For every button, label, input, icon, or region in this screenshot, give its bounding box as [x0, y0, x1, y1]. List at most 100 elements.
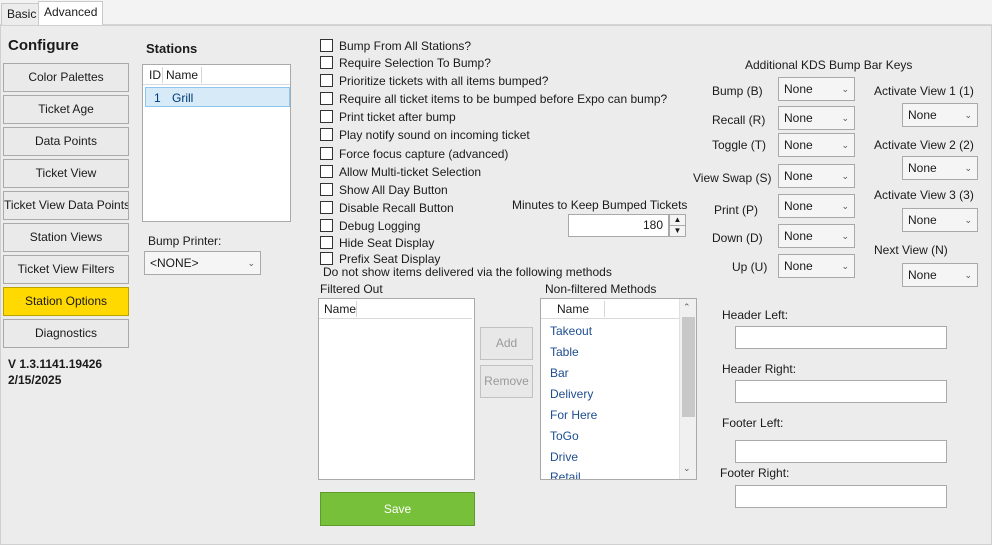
checkbox-prioritize-tickets[interactable]: Prioritize tickets with all items bumped…: [320, 72, 548, 89]
column-id[interactable]: ID: [149, 68, 161, 82]
activate-view-2-select[interactable]: None ⌄: [902, 156, 978, 180]
bump-key-label: Down (D): [712, 231, 763, 245]
activate-view-3-select[interactable]: None ⌄: [902, 208, 978, 232]
checkbox-box[interactable]: [320, 92, 333, 105]
tab-advanced[interactable]: Advanced: [38, 1, 104, 25]
bump-key-label: Print (P): [714, 203, 759, 217]
nav-station-options[interactable]: Station Options: [3, 287, 129, 316]
next-view-select[interactable]: None ⌄: [902, 263, 978, 287]
checkbox-print-after-bump[interactable]: Print ticket after bump: [320, 108, 456, 125]
spin-down-icon[interactable]: ▼: [669, 225, 686, 237]
method-item[interactable]: Retail: [550, 470, 581, 479]
minutes-input[interactable]: 180: [568, 214, 669, 237]
checkbox-label: Play notify sound on incoming ticket: [339, 127, 530, 142]
column-name[interactable]: Name: [557, 302, 589, 316]
checkbox-bump-from-all[interactable]: Bump From All Stations?: [320, 37, 471, 54]
nav-station-views[interactable]: Station Views: [3, 223, 129, 252]
header-right-label: Header Right:: [722, 362, 797, 376]
non-filtered-header: Name: [541, 299, 679, 319]
delivery-methods-note: Do not show items delivered via the foll…: [323, 265, 612, 279]
scroll-up-icon[interactable]: ⌃: [683, 302, 691, 313]
checkbox-box[interactable]: [320, 39, 333, 52]
checkbox-label: Allow Multi-ticket Selection: [339, 164, 482, 179]
checkbox-box[interactable]: [320, 201, 333, 214]
bump-printer-value: <NONE>: [150, 256, 199, 270]
bump-key-recall-select[interactable]: None ⌄: [778, 106, 855, 130]
method-item[interactable]: For Here: [550, 408, 597, 422]
bump-key-viewswap-select[interactable]: None ⌄: [778, 164, 855, 188]
tab-basic[interactable]: Basic: [1, 3, 43, 25]
bump-printer-label: Bump Printer:: [148, 234, 222, 248]
checkbox-multi-ticket[interactable]: Allow Multi-ticket Selection: [320, 163, 481, 180]
chevron-down-icon: ⌄: [841, 140, 849, 150]
method-item[interactable]: Table: [550, 345, 579, 359]
column-name[interactable]: Name: [166, 68, 198, 82]
scroll-down-icon[interactable]: ⌄: [683, 463, 691, 474]
checkbox-require-selection[interactable]: Require Selection To Bump?: [320, 54, 491, 71]
method-item[interactable]: Takeout: [550, 324, 592, 338]
footer-right-input[interactable]: [735, 485, 947, 508]
method-item[interactable]: ToGo: [550, 429, 579, 443]
checkbox-box[interactable]: [320, 165, 333, 178]
checkbox-require-all-items[interactable]: Require all ticket items to be bumped be…: [320, 90, 667, 107]
scrollbar-thumb[interactable]: [682, 317, 695, 417]
chevron-down-icon: ⌄: [247, 258, 255, 268]
non-filtered-list[interactable]: Name Takeout Table Bar Delivery For Here…: [540, 298, 697, 480]
chevron-down-icon: ⌄: [841, 84, 849, 94]
method-item[interactable]: Bar: [550, 366, 569, 380]
checkbox-notify-sound[interactable]: Play notify sound on incoming ticket: [320, 126, 530, 143]
checkbox-box[interactable]: [320, 147, 333, 160]
filtered-out-list[interactable]: Name: [318, 298, 475, 480]
station-row[interactable]: 1 Grill: [145, 87, 290, 107]
checkbox-box[interactable]: [320, 183, 333, 196]
bump-key-label: Up (U): [732, 260, 768, 274]
checkbox-label: Prioritize tickets with all items bumped…: [339, 73, 549, 88]
bump-key-toggle-select[interactable]: None ⌄: [778, 133, 855, 157]
remove-button[interactable]: Remove: [480, 365, 533, 398]
save-button[interactable]: Save: [320, 492, 475, 526]
checkbox-all-day-button[interactable]: Show All Day Button: [320, 181, 448, 198]
checkbox-box[interactable]: [320, 252, 333, 265]
activate-view-1-select[interactable]: None ⌄: [902, 103, 978, 127]
checkbox-box[interactable]: [320, 236, 333, 249]
methods-scrollbar[interactable]: ⌃ ⌄: [679, 299, 696, 479]
nav-diagnostics[interactable]: Diagnostics: [3, 319, 129, 348]
method-item[interactable]: Drive: [550, 450, 578, 464]
checkbox-box[interactable]: [320, 74, 333, 87]
add-button[interactable]: Add: [480, 327, 533, 360]
checkbox-debug-logging[interactable]: Debug Logging: [320, 217, 420, 234]
nav-ticket-view-data-points[interactable]: Ticket View Data Points: [3, 191, 129, 220]
bump-key-value: None: [784, 82, 813, 96]
nav-ticket-age[interactable]: Ticket Age: [3, 95, 129, 124]
checkbox-disable-recall[interactable]: Disable Recall Button: [320, 199, 454, 216]
checkbox-box[interactable]: [320, 110, 333, 123]
header-left-label: Header Left:: [722, 308, 789, 322]
header-right-input[interactable]: [735, 380, 947, 403]
version-label: V 1.3.1141.19426: [8, 357, 103, 371]
column-name[interactable]: Name: [324, 302, 356, 316]
footer-left-input[interactable]: [735, 440, 947, 463]
bump-key-up-select[interactable]: None ⌄: [778, 254, 855, 278]
checkbox-force-focus[interactable]: Force focus capture (advanced): [320, 145, 508, 162]
minutes-label: Minutes to Keep Bumped Tickets: [512, 198, 688, 212]
bump-printer-select[interactable]: <NONE> ⌄: [144, 251, 261, 275]
bump-key-value: None: [784, 229, 813, 243]
nav-ticket-view[interactable]: Ticket View: [3, 159, 129, 188]
nav-color-palettes[interactable]: Color Palettes: [3, 63, 129, 92]
stations-list[interactable]: ID Name 1 Grill: [142, 64, 291, 222]
stations-title: Stations: [146, 41, 198, 56]
bump-key-print-select[interactable]: None ⌄: [778, 194, 855, 218]
checkbox-box[interactable]: [320, 128, 333, 141]
nav-ticket-view-filters[interactable]: Ticket View Filters: [3, 255, 129, 284]
checkbox-box[interactable]: [320, 56, 333, 69]
header-left-input[interactable]: [735, 326, 947, 349]
bump-key-down-select[interactable]: None ⌄: [778, 224, 855, 248]
stations-list-header: ID Name: [143, 65, 290, 85]
method-item[interactable]: Delivery: [550, 387, 593, 401]
checkbox-hide-seat[interactable]: Hide Seat Display: [320, 234, 434, 251]
view-key-value: None: [908, 213, 937, 227]
bump-key-bump-select[interactable]: None ⌄: [778, 77, 855, 101]
chevron-down-icon: ⌄: [964, 270, 972, 280]
nav-data-points[interactable]: Data Points: [3, 127, 129, 156]
checkbox-box[interactable]: [320, 219, 333, 232]
